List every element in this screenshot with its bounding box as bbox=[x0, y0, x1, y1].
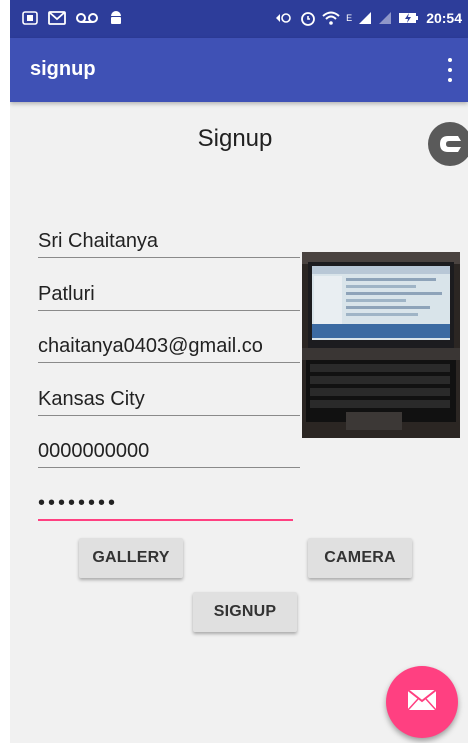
first-name-field[interactable]: Sri Chaitanya bbox=[38, 225, 300, 258]
signup-button[interactable]: SIGNUP bbox=[193, 592, 297, 632]
phone-field[interactable]: 0000000000 bbox=[38, 435, 300, 468]
message-icon bbox=[48, 10, 66, 26]
page-title: Signup bbox=[197, 125, 273, 152]
profile-photo bbox=[302, 252, 460, 438]
email-field[interactable]: chaitanya0403@gmail.co bbox=[38, 330, 300, 363]
mail-icon bbox=[407, 688, 437, 716]
status-bar: E 20:54 bbox=[10, 0, 468, 38]
password-field[interactable]: •••••••• bbox=[38, 487, 293, 521]
gallery-button[interactable]: GALLERY bbox=[79, 538, 183, 578]
wifi-icon bbox=[322, 10, 340, 26]
alarm-icon bbox=[300, 10, 316, 26]
app-screen: E 20:54 signup Signup Sri Chaitanya Patl… bbox=[10, 0, 468, 743]
more-vert-icon[interactable] bbox=[444, 58, 456, 82]
signal-icon bbox=[358, 10, 372, 26]
data-transfer-icon bbox=[274, 10, 294, 26]
battery-charging-icon bbox=[398, 10, 420, 26]
screenshot-icon bbox=[22, 10, 38, 26]
send-mail-fab[interactable] bbox=[386, 666, 458, 738]
camera-button[interactable]: CAMERA bbox=[308, 538, 412, 578]
android-icon bbox=[108, 10, 124, 26]
voicemail-icon bbox=[76, 10, 98, 26]
city-field[interactable]: Kansas City bbox=[38, 383, 300, 416]
app-bar: signup bbox=[10, 38, 468, 102]
clock-time: 20:54 bbox=[426, 10, 462, 26]
last-name-field[interactable]: Patluri bbox=[38, 278, 300, 311]
network-type-label: E bbox=[346, 13, 353, 23]
signal-icon bbox=[378, 10, 392, 26]
app-bar-title: signup bbox=[30, 58, 96, 80]
c-logo-icon bbox=[428, 122, 468, 166]
